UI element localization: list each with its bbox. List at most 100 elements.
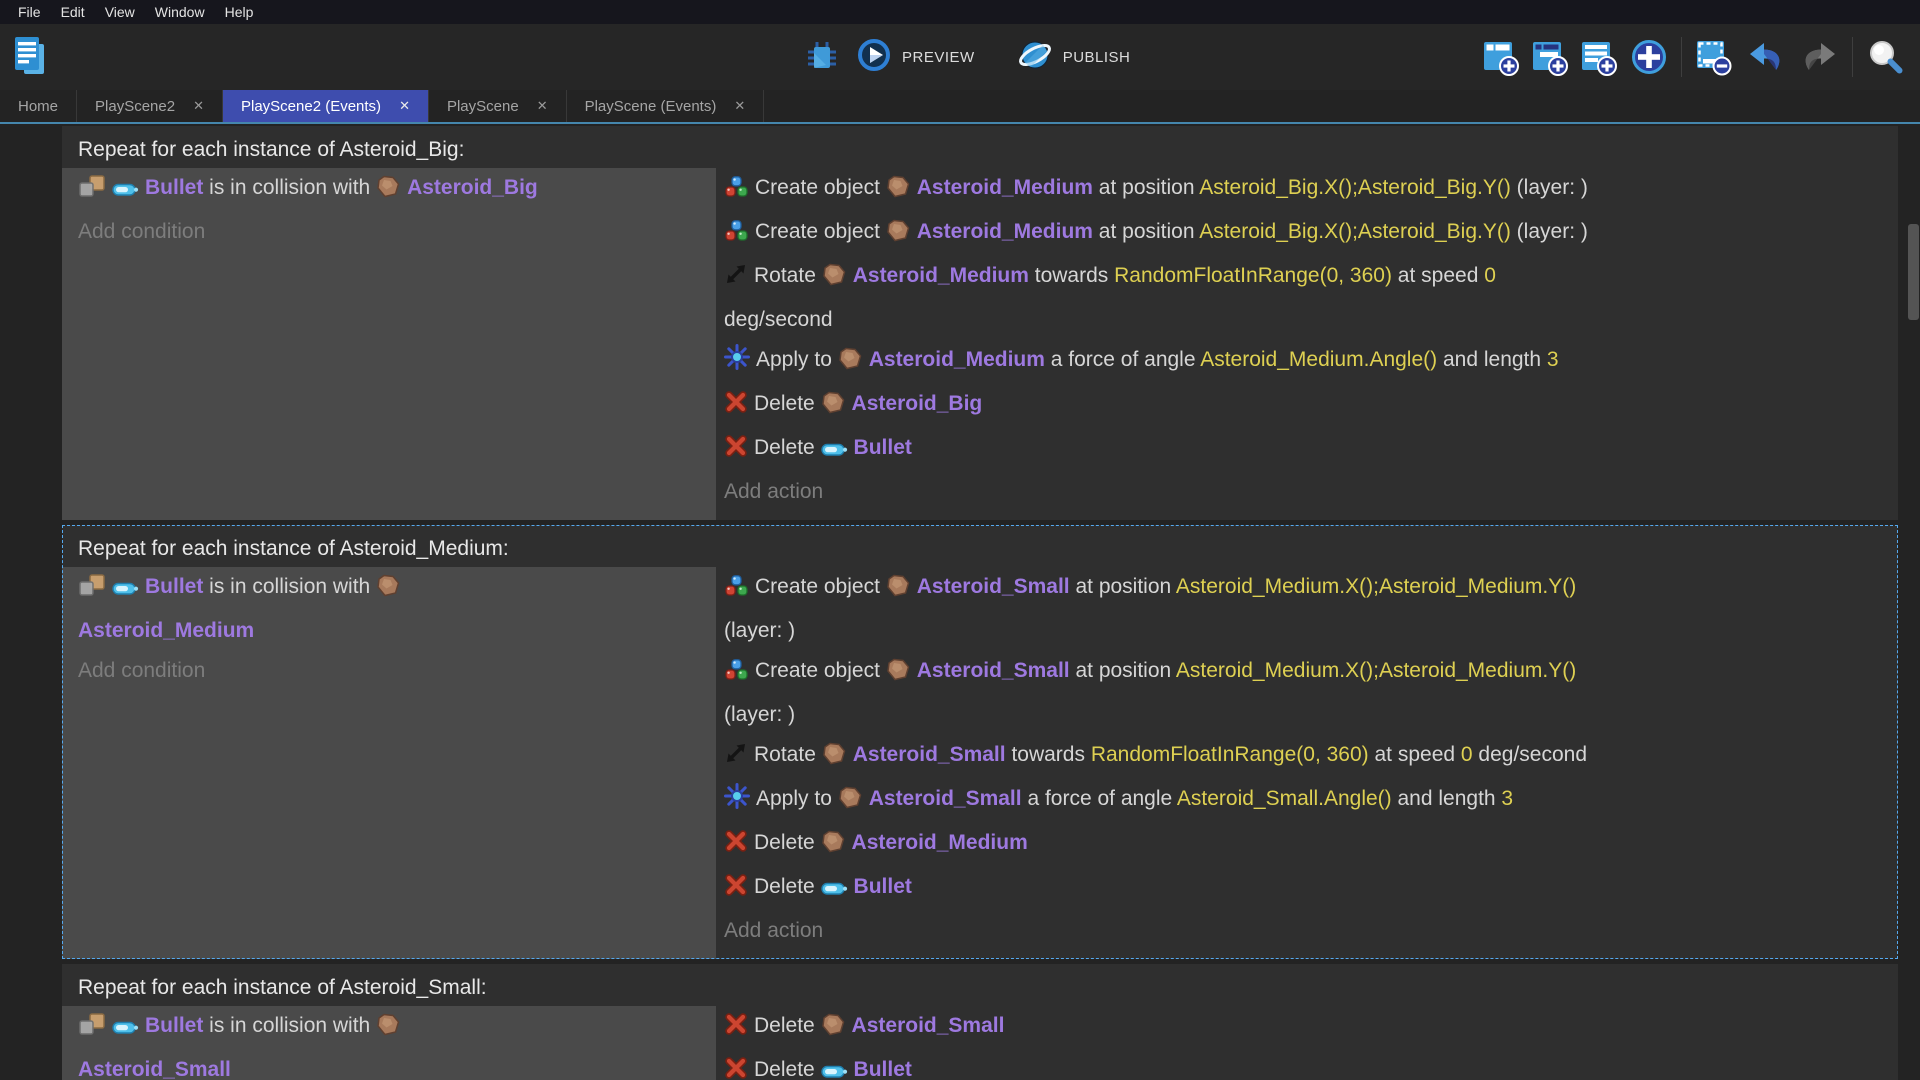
toolbar-separator: [1681, 37, 1682, 77]
instruction-text: Apply to: [756, 348, 838, 371]
tab-playscene-events[interactable]: PlayScene (Events)✕: [567, 90, 765, 122]
tab-close-icon[interactable]: ✕: [193, 98, 204, 114]
expression-text: 3: [1547, 348, 1559, 371]
add-subevent-icon[interactable]: [1532, 38, 1568, 76]
action-row[interactable]: Create object Asteroid_Small at position…: [724, 651, 1886, 735]
event-block[interactable]: Repeat for each instance of Asteroid_Sma…: [62, 964, 1898, 1080]
conditions-column: Bullet is in collision with Asteroid_Med…: [62, 567, 716, 959]
instruction-text: at position: [1070, 575, 1176, 598]
menu-help[interactable]: Help: [215, 4, 264, 20]
tab-close-icon[interactable]: ✕: [734, 98, 745, 114]
tab-playscene2-events[interactable]: PlayScene2 (Events)✕: [223, 90, 429, 122]
add-new-icon[interactable]: [1630, 38, 1668, 76]
object-name: Bullet: [854, 1058, 912, 1080]
tab-close-icon[interactable]: ✕: [399, 98, 410, 114]
collision-icon: [78, 1010, 106, 1050]
condition-row[interactable]: Bullet is in collision with Asteroid_Med…: [78, 567, 704, 651]
action-row[interactable]: Create object Asteroid_Medium at positio…: [724, 168, 1886, 212]
events-sheet: Repeat for each instance of Asteroid_Big…: [0, 124, 1920, 1080]
asteroid-icon: [376, 172, 401, 212]
bullet-icon: [821, 1054, 848, 1080]
menu-view[interactable]: View: [95, 4, 145, 20]
create-object-icon: [724, 172, 749, 212]
action-row[interactable]: Delete Asteroid_Small: [724, 1006, 1886, 1050]
event-block[interactable]: Repeat for each instance of Asteroid_Big…: [62, 126, 1898, 520]
action-row[interactable]: Apply to Asteroid_Small a force of angle…: [724, 779, 1886, 823]
instruction-text: (layer: ): [724, 703, 795, 726]
add-comment-icon[interactable]: [1581, 38, 1617, 76]
menu-edit[interactable]: Edit: [51, 4, 95, 20]
asteroid-icon: [821, 1010, 846, 1050]
action-row[interactable]: Delete Asteroid_Big: [724, 384, 1886, 428]
action-row[interactable]: Delete Bullet: [724, 428, 1886, 472]
menu-file[interactable]: File: [8, 4, 51, 20]
search-icon[interactable]: [1866, 38, 1904, 76]
create-object-icon: [724, 655, 749, 695]
tab-label: PlayScene2: [95, 98, 175, 115]
rotate-icon: [724, 739, 748, 779]
instruction-text: Apply to: [756, 787, 838, 810]
instruction-text: (layer: ): [724, 619, 795, 642]
tab-playscene[interactable]: PlayScene✕: [429, 90, 567, 122]
menu-bar: FileEditViewWindowHelp: [0, 0, 1920, 24]
event-repeat-header: Repeat for each instance of Asteroid_Med…: [62, 525, 1898, 567]
preview-button[interactable]: PREVIEW: [856, 37, 975, 78]
create-object-icon: [724, 571, 749, 611]
toolbar-separator: [1852, 37, 1853, 77]
action-row[interactable]: Delete Asteroid_Medium: [724, 823, 1886, 867]
instruction-text: Delete: [754, 1058, 821, 1080]
add-event-icon[interactable]: [1483, 38, 1519, 76]
object-name: Asteroid_Big: [407, 176, 538, 199]
gdevelop-logo-icon[interactable]: [12, 34, 50, 85]
object-name: Asteroid_Small: [917, 575, 1070, 598]
action-row[interactable]: Rotate Asteroid_Medium towards RandomFlo…: [724, 256, 1886, 340]
redo-icon[interactable]: [1799, 39, 1839, 75]
instruction-text: Delete: [754, 1014, 821, 1037]
delete-icon: [724, 388, 748, 428]
bullet-icon: [112, 172, 139, 212]
expression-text: Asteroid_Small.Angle(): [1177, 787, 1392, 810]
actions-column: Delete Asteroid_SmallDelete BulletAdd ac…: [716, 1006, 1898, 1080]
action-row[interactable]: Delete Bullet: [724, 1050, 1886, 1080]
object-name: Bullet: [854, 436, 912, 459]
rotate-icon: [724, 260, 748, 300]
object-name: Asteroid_Small: [917, 659, 1070, 682]
condition-row[interactable]: Bullet is in collision with Asteroid_Sma…: [78, 1006, 704, 1080]
object-name: Asteroid_Big: [852, 392, 983, 415]
add-action-button[interactable]: Add action: [724, 472, 1886, 512]
object-name: Asteroid_Small: [852, 1014, 1005, 1037]
asteroid-icon: [376, 571, 401, 611]
action-row[interactable]: Create object Asteroid_Medium at positio…: [724, 212, 1886, 256]
event-repeat-header: Repeat for each instance of Asteroid_Big…: [62, 126, 1898, 168]
undo-icon[interactable]: [1746, 39, 1786, 75]
menu-window[interactable]: Window: [145, 4, 215, 20]
action-row[interactable]: Delete Bullet: [724, 867, 1886, 911]
condition-row[interactable]: Bullet is in collision with Asteroid_Big: [78, 168, 704, 212]
action-row[interactable]: Apply to Asteroid_Medium a force of angl…: [724, 340, 1886, 384]
vertical-scrollbar-thumb[interactable]: [1908, 224, 1919, 320]
add-action-button[interactable]: Add action: [724, 911, 1886, 951]
expression-text: RandomFloatInRange(0, 360): [1114, 264, 1392, 287]
instruction-text: Delete: [754, 392, 821, 415]
tab-close-icon[interactable]: ✕: [537, 98, 548, 114]
object-name: Asteroid_Small: [853, 743, 1006, 766]
instruction-text: Rotate: [754, 264, 822, 287]
instruction-text: Rotate: [754, 743, 822, 766]
event-block[interactable]: Repeat for each instance of Asteroid_Med…: [62, 525, 1898, 959]
delete-icon: [724, 432, 748, 472]
tab-playscene2[interactable]: PlayScene2 ✕: [77, 90, 223, 122]
action-row[interactable]: Create object Asteroid_Small at position…: [724, 567, 1886, 651]
add-condition-button[interactable]: Add condition: [78, 212, 704, 252]
instruction-text: Create object: [755, 220, 886, 243]
tab-home[interactable]: Home: [0, 90, 77, 122]
asteroid-icon: [822, 260, 847, 300]
publish-button[interactable]: PUBLISH: [1017, 37, 1131, 78]
instruction-text: at speed: [1369, 743, 1461, 766]
debug-icon[interactable]: [804, 39, 840, 75]
publish-globe-icon: [1017, 37, 1053, 78]
delete-selection-icon[interactable]: [1695, 38, 1733, 76]
collision-icon: [78, 571, 106, 611]
action-row[interactable]: Rotate Asteroid_Small towards RandomFloa…: [724, 735, 1886, 779]
add-condition-button[interactable]: Add condition: [78, 651, 704, 691]
delete-icon: [724, 1054, 748, 1080]
